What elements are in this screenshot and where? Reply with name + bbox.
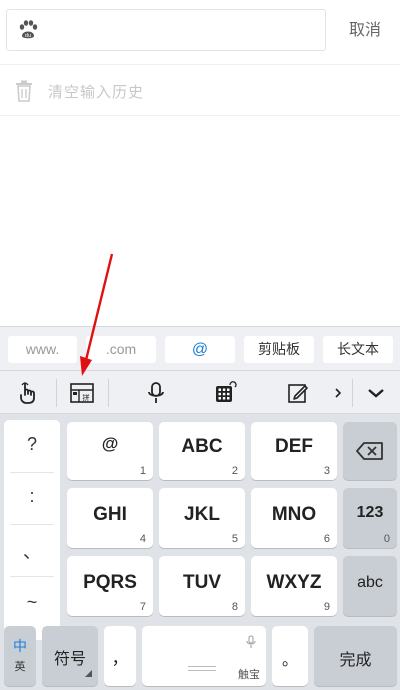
toolbar-divider <box>352 379 353 407</box>
period-key-label: 。 <box>281 650 298 669</box>
key-number: 4 <box>139 533 146 545</box>
chevron-right-icon[interactable] <box>328 371 348 415</box>
numeric-key-label: 123 <box>356 504 384 521</box>
key-number: 2 <box>231 465 238 477</box>
clipboard-button[interactable]: 剪贴板 <box>244 336 314 363</box>
key-number: 9 <box>323 601 330 613</box>
symbol-separator <box>10 576 54 577</box>
search-bar: du 取消 <box>0 0 400 60</box>
toolbar-divider <box>56 379 57 407</box>
microphone-icon[interactable] <box>134 371 178 415</box>
space-bar-indicator <box>188 666 216 671</box>
edit-note-icon[interactable] <box>276 371 320 415</box>
corner-mark-icon <box>85 662 92 681</box>
symbol-colon-key[interactable]: : <box>4 486 60 507</box>
cancel-button[interactable]: 取消 <box>337 9 393 51</box>
symbol-question-key[interactable]: ? <box>4 434 60 455</box>
clear-history-label: 清空输入历史 <box>48 83 145 101</box>
symbol-dunhao-key[interactable]: 、 <box>4 538 60 564</box>
abc-key[interactable]: abc <box>343 556 397 616</box>
language-switch-key[interactable]: 中 英 <box>4 626 36 686</box>
key-label: JKL <box>184 504 220 525</box>
key-label: ABC <box>181 436 223 457</box>
key-label: GHI <box>93 504 127 525</box>
key-number: 5 <box>231 533 238 545</box>
gesture-hand-icon[interactable] <box>6 371 50 415</box>
keypad-grid-icon[interactable] <box>203 371 247 415</box>
symbol-tilde-key[interactable]: ~ <box>4 592 60 613</box>
space-key[interactable]: 触宝 <box>142 626 266 686</box>
clear-history-row[interactable]: 清空输入历史 <box>0 64 400 116</box>
key-grid: ? : 、 ~ @ 1 ABC 2 DEF 3 GHI 4 JKL 5 MNO … <box>0 414 400 690</box>
comma-key-label: ， <box>111 649 129 669</box>
done-key-label: 完成 <box>339 650 372 669</box>
svg-text:du: du <box>25 33 31 39</box>
symbols-key[interactable]: 符号 <box>42 626 98 686</box>
key-4-ghi[interactable]: GHI 4 <box>67 488 153 548</box>
numeric-key[interactable]: 123 0 <box>343 488 397 548</box>
lang-cn-label: 中 <box>13 639 27 655</box>
svg-text:拼: 拼 <box>83 393 90 402</box>
key-number: 8 <box>231 601 238 613</box>
abc-key-label: abc <box>357 574 383 591</box>
pinyin-layout-icon[interactable]: 拼 <box>60 371 104 415</box>
quick-key-com[interactable]: .com <box>86 336 156 363</box>
trash-icon <box>14 80 34 102</box>
key-1-at[interactable]: @ 1 <box>67 422 153 480</box>
search-text-field[interactable] <box>47 18 317 42</box>
key-number: 1 <box>139 465 146 477</box>
key-label: TUV <box>183 572 221 593</box>
done-key[interactable]: 完成 <box>314 626 397 686</box>
backspace-key[interactable] <box>343 422 397 480</box>
symbol-separator <box>10 524 54 525</box>
backspace-icon <box>356 441 384 465</box>
key-9-wxyz[interactable]: WXYZ 9 <box>251 556 337 616</box>
quick-key-at[interactable]: @ <box>165 336 235 363</box>
long-text-button[interactable]: 长文本 <box>323 336 393 363</box>
key-7-pqrs[interactable]: PQRS 7 <box>67 556 153 616</box>
lang-en-label: 英 <box>14 660 26 673</box>
toolbar-divider <box>108 379 109 407</box>
key-number: 3 <box>323 465 330 477</box>
numeric-key-sub: 0 <box>383 533 390 545</box>
key-2-abc[interactable]: ABC 2 <box>159 422 245 480</box>
space-mic-icon <box>246 634 256 653</box>
comma-key[interactable]: ， <box>104 626 136 686</box>
period-key[interactable]: 。 <box>272 626 308 686</box>
key-3-def[interactable]: DEF 3 <box>251 422 337 480</box>
quick-input-row: www. .com @ 剪贴板 长文本 <box>0 326 400 370</box>
symbol-separator <box>10 472 54 473</box>
key-label: @ <box>101 434 119 453</box>
key-label: PQRS <box>83 572 137 593</box>
key-6-mno[interactable]: MNO 6 <box>251 488 337 548</box>
baidu-paw-icon: du <box>17 19 39 41</box>
search-input[interactable]: du <box>6 9 326 51</box>
quick-key-www[interactable]: www. <box>8 336 77 363</box>
key-label: WXYZ <box>266 572 322 593</box>
keyboard-toolbar: 拼 <box>0 370 400 414</box>
key-number: 7 <box>139 601 146 613</box>
chevron-down-icon[interactable] <box>356 371 396 415</box>
screen: du 取消 清空输入历史 www. .com @ 剪贴板 长文本 拼 ?: 、… <box>0 0 400 690</box>
key-8-tuv[interactable]: TUV 8 <box>159 556 245 616</box>
soft-keyboard: www. .com @ 剪贴板 长文本 拼 ?: 、 ~ @ 1 ABC 2 … <box>0 326 400 690</box>
key-label: MNO <box>271 504 317 525</box>
key-label: DEF <box>275 436 313 457</box>
key-number: 6 <box>323 533 330 545</box>
symbol-column: ? : 、 ~ <box>4 420 60 640</box>
space-brand-label: 触宝 <box>238 668 260 681</box>
key-5-jkl[interactable]: JKL 5 <box>159 488 245 548</box>
